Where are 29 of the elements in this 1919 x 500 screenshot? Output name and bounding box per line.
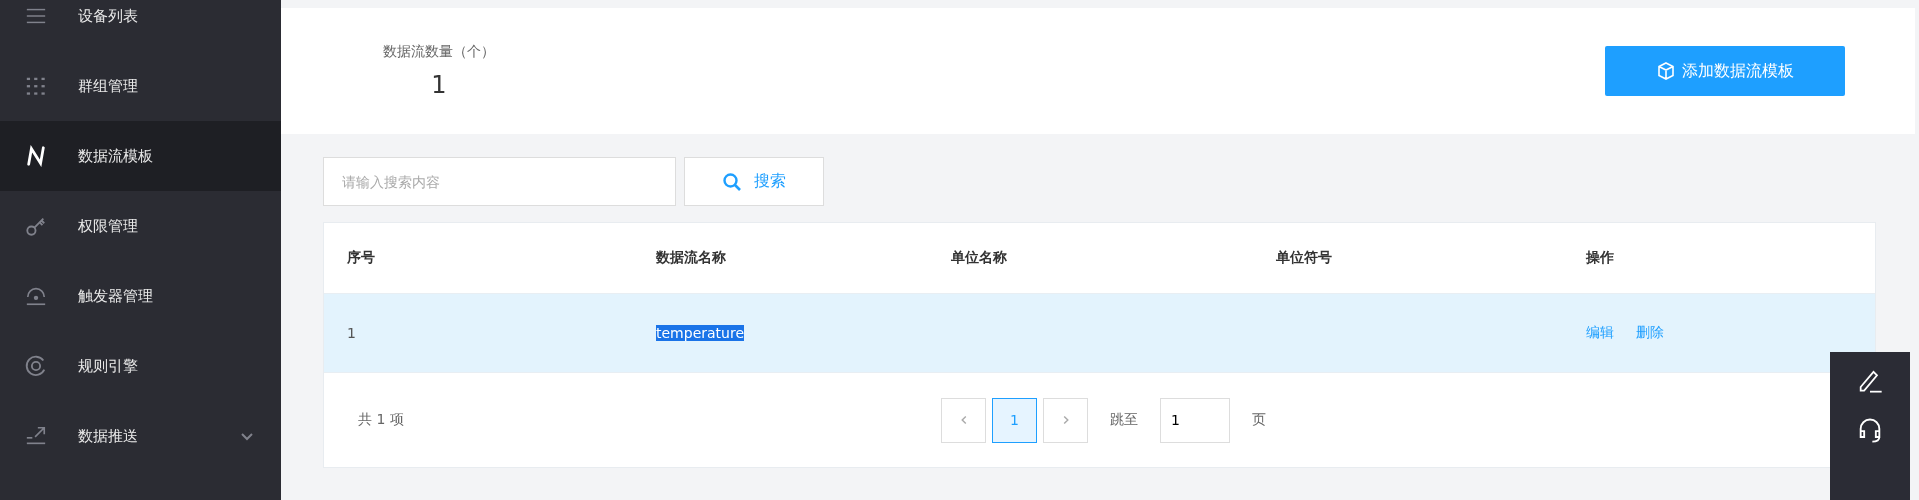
stat-label: 数据流数量（个）: [383, 43, 495, 61]
key-icon: [25, 215, 47, 237]
node-line-icon: [25, 145, 47, 167]
column-header: 数据流名称: [656, 249, 727, 267]
sidebar-item[interactable]: 设备列表: [0, 0, 281, 51]
signal-icon: [25, 285, 47, 307]
sidebar-item[interactable]: 权限管理: [0, 191, 281, 261]
sidebar-item[interactable]: 规则引擎: [0, 331, 281, 401]
page-suffix: 页: [1252, 411, 1266, 429]
sidebar-item[interactable]: 触发器管理: [0, 261, 281, 331]
sidebar-item[interactable]: 数据推送: [0, 401, 281, 471]
table-cell: temperature: [656, 325, 744, 341]
total-count: 共 1 项: [358, 411, 404, 429]
page-input[interactable]: 1: [1160, 397, 1230, 443]
column-header: 操作: [1586, 249, 1615, 267]
table-cell: 1: [347, 325, 356, 341]
sidebar-item[interactable]: 群组管理: [0, 51, 281, 121]
search-icon: [722, 171, 742, 192]
cube-icon: [1656, 61, 1676, 81]
column-header: 单位名称: [951, 249, 1008, 267]
target-icon: [25, 355, 47, 377]
grid-icon: [25, 75, 47, 97]
column-header: 单位符号: [1276, 249, 1333, 267]
sidebar-item[interactable]: 数据流模板: [0, 121, 281, 191]
column-header: 序号: [347, 249, 376, 267]
jump-label: 跳至: [1110, 411, 1138, 429]
search-field[interactable]: 请输入搜索内容: [323, 157, 676, 206]
stat-value: 1: [431, 71, 447, 99]
send-icon: [25, 425, 47, 447]
